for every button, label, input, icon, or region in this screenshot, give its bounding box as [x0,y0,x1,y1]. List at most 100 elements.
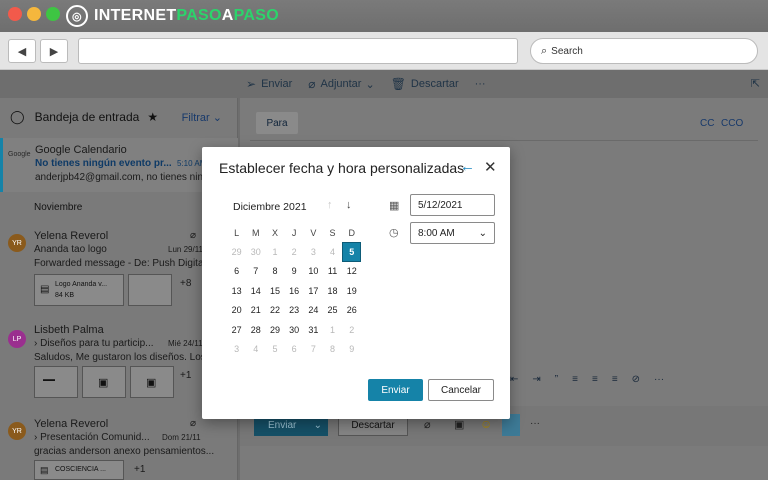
calendar-day[interactable]: 18 [323,281,342,300]
next-month-arrow-icon[interactable]: ↓ [346,199,352,211]
select-all-icon[interactable]: ◯ [10,109,25,125]
calendar-day-outside-month[interactable]: 8 [323,339,342,358]
mail-preview: Saludos, Me gustaron los diseños. Los... [34,352,215,363]
calendar-day-outside-month[interactable]: 4 [323,242,342,261]
calendar-day[interactable]: 8 [265,262,284,281]
calendar-day[interactable]: 9 [285,262,304,281]
calendar-day[interactable]: 10 [304,262,323,281]
calendar-day[interactable]: 27 [227,320,246,339]
attachment-card[interactable]: ▣ [130,366,174,398]
minimize-window-button[interactable] [27,7,41,21]
paperclip-icon[interactable]: ⌀ [424,418,431,431]
emoji-icon[interactable]: ☺ [480,417,492,431]
more-format-icon[interactable]: ··· [654,374,664,385]
quote-icon[interactable]: ” [555,374,558,385]
chevron-down-icon: ⌄ [478,227,487,239]
link-icon[interactable]: ⊘ [632,374,640,385]
align-right-icon[interactable]: ≡ [612,374,618,385]
list-item[interactable]: YR Yelena Reverol ⌀ › Presentación Comun… [0,410,238,480]
back-arrow-icon[interactable]: ← [460,158,475,175]
toolbar-more-label: ··· [474,78,486,90]
close-icon[interactable]: ✕ [484,158,497,176]
calendar-day[interactable]: 26 [342,301,361,320]
attachment-card[interactable]: ▤ COSCIENCIA ... [34,460,124,480]
attachment-card[interactable]: ▣ [82,366,126,398]
calendar-day[interactable]: 23 [285,301,304,320]
align-center-icon[interactable]: ≡ [592,374,598,385]
calendar-week-row: 6 7 8 9 10 11 12 [227,262,361,281]
to-label: Para [266,117,288,129]
paperclip-icon: ⌀ [190,230,197,241]
send-label: Enviar [381,384,410,396]
toolbar-discard-button[interactable]: 🗑 Descartar [391,77,459,91]
calendar-day-outside-month[interactable]: 3 [304,242,323,261]
calendar-day-outside-month[interactable]: 5 [265,339,284,358]
search-input[interactable]: ⌕ Search [530,38,758,64]
filter-button[interactable]: Filtrar ⌄ [182,111,222,124]
attachment-card[interactable] [128,274,172,306]
maximize-window-button[interactable] [46,7,60,21]
toolbar-send-button[interactable]: ➢ Enviar [246,77,292,91]
image-icon[interactable]: ▣ [454,418,464,431]
align-left-icon[interactable]: ≡ [572,374,578,385]
image-icon: ▣ [98,377,109,389]
mail-subject-text: Presentación Comunid... [40,432,150,443]
calendar-day[interactable]: 31 [304,320,323,339]
calendar-day-outside-month[interactable]: 2 [342,320,361,339]
calendar-day[interactable]: 29 [265,320,284,339]
cancel-button[interactable]: Cancelar [428,379,494,401]
time-dropdown[interactable]: 8:00 AM ⌄ [410,222,495,244]
previous-month-arrow-icon[interactable]: ↑ [327,199,333,211]
send-button[interactable]: Enviar [368,379,423,401]
outdent-icon[interactable]: ⇤ [510,374,518,385]
paperclip-icon: ⌀ [308,77,316,91]
calendar-day[interactable]: 28 [246,320,265,339]
calendar-day-outside-month[interactable]: 3 [227,339,246,358]
date-field[interactable]: 5/12/2021 [410,194,495,216]
calendar-day[interactable]: 17 [304,281,323,300]
calendar-day[interactable]: 30 [285,320,304,339]
close-window-button[interactable] [8,7,22,21]
mail-sender: Google Calendario [35,144,127,156]
calendar-day[interactable]: 6 [227,262,246,281]
calendar-day-outside-month[interactable]: 9 [342,339,361,358]
star-icon[interactable]: ★ [147,110,158,124]
calendar-day[interactable]: 12 [342,262,361,281]
calendar-day-outside-month[interactable]: 1 [265,242,284,261]
more-icon[interactable]: ··· [530,418,540,429]
indent-icon[interactable]: ⇥ [532,374,540,385]
calendar-day[interactable]: 7 [246,262,265,281]
attachment-card[interactable]: ▤ Logo Ananda v... 84 KB [34,274,124,306]
calendar-week-row: 29 30 1 2 3 4 5 [227,242,362,262]
calendar-day[interactable]: 19 [342,281,361,300]
forward-button[interactable]: ▶ [40,39,68,63]
toolbar-more-button[interactable]: ··· [475,78,486,90]
attachment-card[interactable]: ▬▬ [34,366,78,398]
calendar-day[interactable]: 11 [323,262,342,281]
calendar-day[interactable]: 24 [304,301,323,320]
calendar-day-outside-month[interactable]: 4 [246,339,265,358]
calendar-day-outside-month[interactable]: 1 [323,320,342,339]
calendar-day[interactable]: 13 [227,281,246,300]
popout-icon[interactable]: ⇱ [751,77,760,90]
calendar-day[interactable]: 21 [246,301,265,320]
cco-button[interactable]: CCO [721,118,743,129]
cc-button[interactable]: CC [700,118,714,129]
calendar-day-outside-month[interactable]: 7 [304,339,323,358]
calendar-day-outside-month[interactable]: 29 [227,242,246,261]
calendar-day-outside-month[interactable]: 2 [285,242,304,261]
to-button[interactable]: Para [256,112,298,134]
calendar-day[interactable]: 20 [227,301,246,320]
selected-day[interactable]: 5 [342,242,362,262]
calendar-day[interactable]: 14 [246,281,265,300]
back-button[interactable]: ◀ [8,39,36,63]
calendar-day-outside-month[interactable]: 30 [246,242,265,261]
url-bar[interactable] [78,38,518,64]
calendar-day[interactable]: 16 [285,281,304,300]
calendar-day[interactable]: 15 [265,281,284,300]
calendar-day-outside-month[interactable]: 6 [285,339,304,358]
calendar-day[interactable]: 22 [265,301,284,320]
logo-icon: ◎ [66,5,88,27]
calendar-day[interactable]: 25 [323,301,342,320]
toolbar-attach-button[interactable]: ⌀ Adjuntar ⌄ [308,77,374,91]
